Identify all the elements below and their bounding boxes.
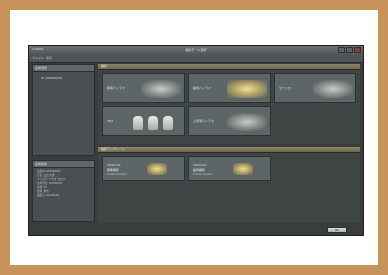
- tile-label: TMJ: [107, 119, 113, 123]
- template-xray-thumbnail: [233, 163, 253, 175]
- patient-info-list: 患者ID: 0000000001 氏名: 山田 太郎 フリガナ: ヤマダ タロウ…: [37, 170, 65, 198]
- tile-standard-panoramic[interactable]: 標準パノラマ: [102, 73, 185, 103]
- application-window: ALTERA 撮影モード選択 ファイル 表示 患者選択 ID: 00000000…: [28, 45, 364, 236]
- tile-tmj[interactable]: TMJ: [102, 106, 185, 136]
- window-controls: [338, 47, 361, 53]
- template-section-header: 撮影テンプレート: [98, 147, 360, 153]
- highlighted-xray-thumbnail: [227, 80, 267, 98]
- template-description: Pediatric Standard: [107, 173, 127, 176]
- close-button[interactable]: [354, 47, 361, 53]
- patient-info-header: 患者情報: [33, 161, 94, 168]
- panoramic-xray-thumbnail: [141, 80, 181, 98]
- template-tile-standard[interactable]: TEMPLATE 標準撮影 Pediatric Standard: [102, 156, 185, 181]
- template-name: 歯列撮影: [193, 168, 206, 172]
- template-type: TEMPLATE: [107, 164, 121, 167]
- template-type: TEMPLATE: [193, 164, 207, 167]
- tooth-icon: [133, 116, 143, 130]
- minimize-button[interactable]: [338, 47, 345, 53]
- window-title: 撮影モード選択: [185, 48, 207, 52]
- tile-label: 標準パノラマ: [107, 86, 126, 90]
- tile-sinus-panoramic[interactable]: 上顎洞パノラマ: [188, 106, 271, 136]
- info-row: 撮影日: 2024/01/01: [37, 194, 60, 197]
- menu-item-view[interactable]: 表示: [46, 56, 52, 60]
- tooth-icon: [163, 116, 173, 130]
- cephalo-xray-thumbnail: [313, 80, 353, 98]
- menu-item-file[interactable]: ファイル: [32, 56, 44, 60]
- patient-panel-header: 患者選択: [33, 65, 94, 72]
- ok-button[interactable]: OK: [327, 227, 347, 233]
- template-xray-thumbnail: [147, 163, 167, 175]
- template-tile-arch[interactable]: TEMPLATE 歯列撮影 Pediatric Standard: [188, 156, 271, 181]
- patient-panel: 患者選択 ID: 0000000001: [32, 64, 95, 156]
- patient-entry[interactable]: ID: 0000000001: [41, 76, 62, 80]
- tile-cephalo[interactable]: セファロ: [274, 73, 356, 103]
- maximize-button[interactable]: [346, 47, 353, 53]
- tile-label: セファロ: [279, 86, 292, 90]
- acquisition-section: 撮影 標準パノラマ 歯列パノラマ セファロ TMJ 上顎洞パノラマ: [98, 64, 360, 144]
- sinus-xray-thumbnail: [227, 113, 267, 131]
- left-panel: 患者選択 ID: 0000000001 患者情報 患者ID: 000000000…: [32, 64, 95, 223]
- template-section: 撮影テンプレート TEMPLATE 標準撮影 Pediatric Standar…: [98, 147, 360, 223]
- tile-dental-arch-panoramic[interactable]: 歯列パノラマ: [188, 73, 271, 103]
- tile-label: 歯列パノラマ: [193, 86, 212, 90]
- tooth-icon: [148, 116, 158, 130]
- acquisition-section-header: 撮影: [98, 64, 360, 70]
- patient-info-panel: 患者情報 患者ID: 0000000001 氏名: 山田 太郎 フリガナ: ヤマ…: [32, 160, 95, 222]
- template-name: 標準撮影: [107, 168, 120, 172]
- tile-label: 上顎洞パノラマ: [193, 119, 215, 123]
- template-description: Pediatric Standard: [193, 173, 213, 176]
- menu-bar: ファイル 表示: [29, 55, 363, 63]
